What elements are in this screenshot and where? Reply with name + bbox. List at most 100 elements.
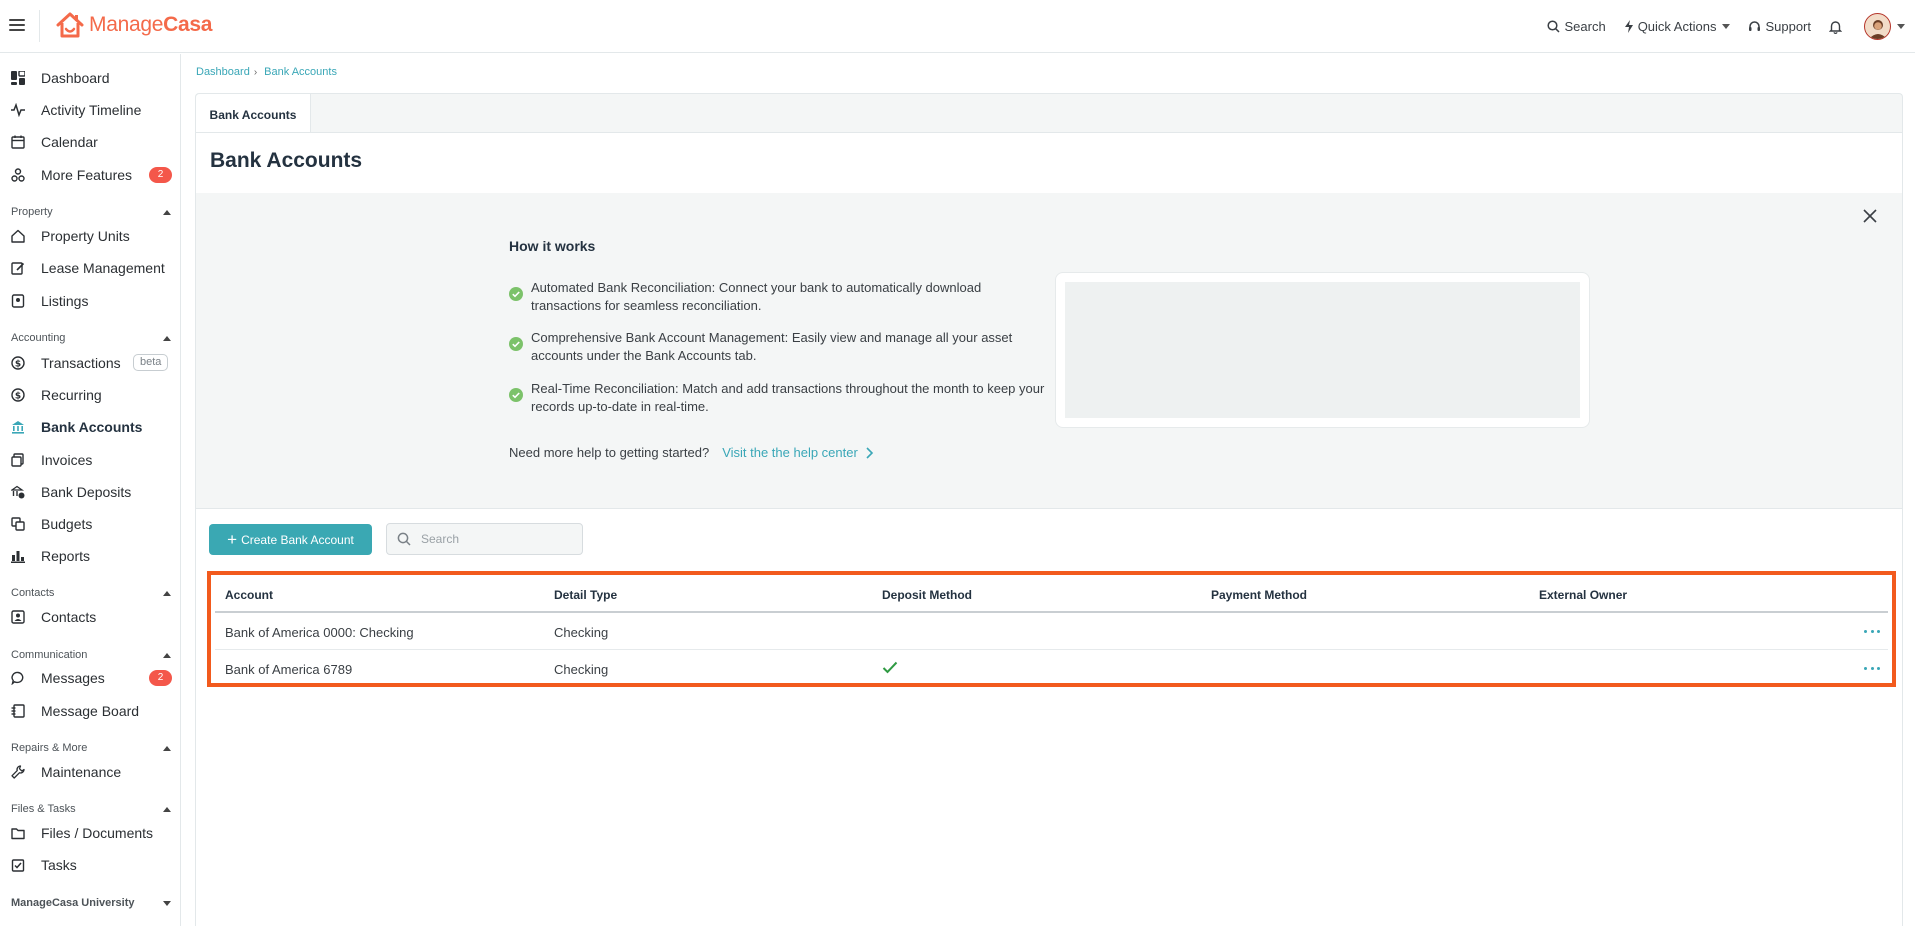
column-header-payment-method[interactable]: Payment Method (1211, 588, 1307, 602)
check-circle-icon (509, 337, 523, 351)
quick-actions-label: Quick Actions (1637, 19, 1717, 34)
sidebar-item-files-documents[interactable]: Files / Documents (0, 819, 181, 847)
sidebar-item-label: Bank Deposits (41, 484, 132, 500)
search-label: Search (1564, 19, 1606, 34)
divider (39, 10, 40, 42)
sidebar-item-label: Listings (41, 293, 89, 309)
how-it-works-item: Automated Bank Reconciliation: Connect y… (509, 279, 1049, 315)
tab-bank-accounts[interactable]: Bank Accounts (196, 94, 311, 135)
wrench-icon (11, 765, 25, 779)
sidebar-item-calendar[interactable]: Calendar (0, 128, 181, 156)
chevron-up-icon (163, 806, 171, 812)
section-toggle-university[interactable]: ManageCasa University (11, 897, 171, 909)
how-it-works-panel (196, 193, 1902, 509)
sidebar-item-reports[interactable]: Reports (0, 542, 181, 570)
svg-text:$: $ (15, 392, 21, 402)
menu-icon[interactable] (9, 16, 25, 36)
section-title: Contacts (11, 587, 55, 599)
table-row[interactable]: Bank of America 6789 Checking (215, 650, 1888, 687)
how-it-works-text: Automated Bank Reconciliation: Connect y… (531, 280, 982, 313)
breadcrumb-link-dashboard[interactable]: Dashboard (196, 66, 250, 78)
quick-actions-button[interactable]: Quick Actions (1624, 19, 1731, 34)
check-circle-icon (509, 287, 523, 301)
search-input[interactable] (421, 532, 571, 546)
sidebar-item-label: Property Units (41, 228, 130, 244)
column-header-account[interactable]: Account (225, 588, 273, 602)
dollar-circle-icon: $ (11, 388, 25, 402)
invoice-icon (11, 453, 24, 467)
search-button[interactable]: Search (1547, 19, 1606, 34)
top-bar: ManageCasa Search Quick Actions Support (0, 0, 1915, 53)
section-toggle-accounting[interactable]: Accounting (11, 332, 171, 344)
sidebar-item-bank-accounts[interactable]: Bank Accounts (0, 413, 181, 441)
sidebar-item-invoices[interactable]: Invoices (0, 446, 181, 474)
sidebar-item-property-units[interactable]: Property Units (0, 222, 181, 250)
bank-deposit-icon (11, 485, 25, 499)
svg-text:$: $ (15, 360, 21, 370)
support-label: Support (1765, 19, 1811, 34)
section-title: Communication (11, 649, 88, 661)
sidebar-item-listings[interactable]: Listings (0, 287, 181, 315)
message-board-icon (11, 704, 25, 718)
table-row[interactable]: Bank of America 0000: Checking Checking (215, 613, 1888, 650)
search-icon (1547, 20, 1561, 33)
search-field[interactable] (386, 523, 583, 555)
avatar-chevron-down-icon[interactable] (1897, 24, 1905, 29)
sidebar-item-label: Budgets (41, 516, 93, 532)
sidebar-item-label: Transactions (41, 355, 121, 371)
bank-accounts-table: Account Detail Type Deposit Method Payme… (207, 571, 1896, 687)
sidebar-item-message-board[interactable]: Message Board (0, 697, 181, 725)
sidebar-item-dashboard[interactable]: Dashboard (0, 64, 181, 92)
logo[interactable]: ManageCasa (55, 11, 212, 39)
section-toggle-communication[interactable]: Communication (11, 649, 171, 661)
sidebar-item-label: Maintenance (41, 764, 122, 780)
column-header-deposit-method[interactable]: Deposit Method (882, 588, 972, 602)
section-toggle-property[interactable]: Property (11, 206, 171, 218)
column-header-detail-type[interactable]: Detail Type (554, 588, 617, 602)
more-options-icon[interactable] (1864, 622, 1880, 640)
create-bank-account-button[interactable]: + Create Bank Account (209, 524, 372, 555)
sidebar-item-activity-timeline[interactable]: Activity Timeline (0, 96, 181, 124)
section-title: Accounting (11, 332, 66, 344)
sidebar-item-label: Lease Management (41, 260, 165, 276)
cell-detail-type: Checking (554, 625, 609, 640)
notifications-button[interactable] (1829, 20, 1846, 34)
contact-card-icon (11, 610, 25, 624)
section-toggle-files[interactable]: Files & Tasks (11, 803, 171, 815)
more-options-icon[interactable] (1864, 659, 1880, 677)
calendar-icon (11, 135, 25, 149)
avatar[interactable] (1864, 13, 1891, 40)
sidebar-item-transactions[interactable]: $ Transactions beta (0, 349, 181, 377)
sidebar-item-label: Calendar (41, 134, 98, 150)
chevron-up-icon (163, 209, 171, 215)
tab-strip: Bank Accounts (195, 93, 1903, 135)
breadcrumb-current[interactable]: Bank Accounts (264, 66, 337, 78)
sidebar-item-budgets[interactable]: Budgets (0, 510, 181, 538)
task-checklist-icon (11, 859, 25, 872)
chevron-up-icon (163, 590, 171, 596)
features-icon (11, 168, 25, 182)
sidebar-item-bank-deposits[interactable]: Bank Deposits (0, 478, 181, 506)
sidebar-item-tasks[interactable]: Tasks (0, 851, 181, 879)
pulse-icon (11, 103, 25, 117)
sidebar-item-messages[interactable]: Messages 2 (0, 664, 181, 692)
headset-icon (1749, 21, 1761, 31)
chevron-up-icon (163, 335, 171, 341)
create-bank-account-label: Create Bank Account (241, 532, 354, 547)
support-button[interactable]: Support (1748, 19, 1811, 34)
close-icon[interactable] (1862, 208, 1878, 224)
video-card[interactable] (1055, 272, 1590, 428)
sidebar-item-label: Dashboard (41, 70, 110, 86)
sidebar-item-lease-management[interactable]: Lease Management (0, 254, 181, 282)
budget-icon (11, 517, 25, 531)
sidebar-item-more-features[interactable]: More Features 2 (0, 161, 181, 189)
sidebar-item-maintenance[interactable]: Maintenance (0, 758, 181, 786)
section-toggle-repairs[interactable]: Repairs & More (11, 742, 171, 754)
column-header-external-owner[interactable]: External Owner (1539, 588, 1627, 602)
video-placeholder[interactable] (1065, 282, 1580, 418)
section-toggle-contacts[interactable]: Contacts (11, 587, 171, 599)
help-center-link[interactable]: Visit the the help center (722, 445, 874, 460)
sidebar-item-recurring[interactable]: $ Recurring (0, 381, 181, 409)
sidebar-item-contacts[interactable]: Contacts (0, 603, 181, 631)
cell-detail-type: Checking (554, 662, 609, 677)
